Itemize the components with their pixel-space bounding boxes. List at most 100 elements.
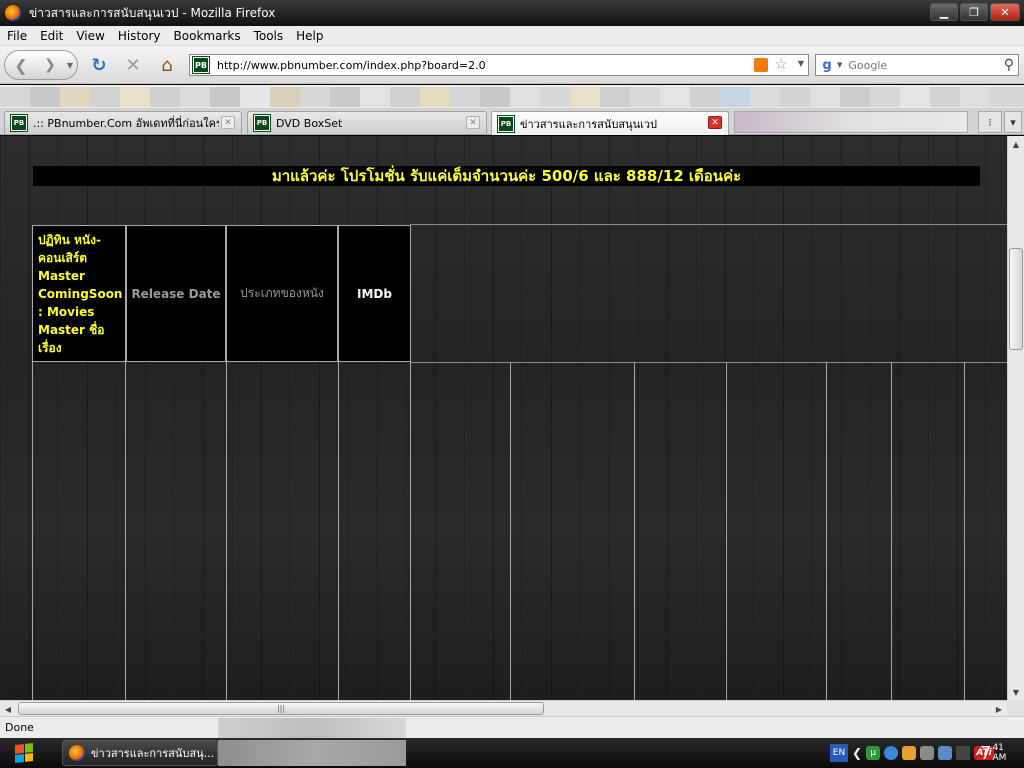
bookmark-item[interactable] xyxy=(270,87,300,107)
reload-button[interactable]: ↻ xyxy=(88,54,110,76)
engine-dropdown-icon[interactable]: ▼ xyxy=(837,61,842,69)
bookmark-item[interactable] xyxy=(870,87,900,107)
utorrent-icon[interactable]: µ xyxy=(866,746,881,760)
menu-edit[interactable]: Edit xyxy=(40,29,63,43)
bookmark-item[interactable] xyxy=(60,87,90,107)
url-dropdown-icon[interactable]: ▼ xyxy=(798,59,804,68)
status-text: Done xyxy=(5,721,34,734)
close-window-button[interactable]: ✕ xyxy=(990,3,1020,21)
bookmark-item[interactable] xyxy=(780,87,810,107)
tab-dropdown-button[interactable]: ▾ xyxy=(1004,111,1022,133)
horizontal-scroll-thumb[interactable]: ||| xyxy=(18,702,544,715)
vertical-scroll-thumb[interactable] xyxy=(1009,248,1023,350)
scroll-left-icon[interactable]: ◀ xyxy=(0,701,16,717)
start-button[interactable] xyxy=(4,740,44,766)
rss-feed-icon[interactable] xyxy=(754,58,768,72)
bookmark-item[interactable] xyxy=(330,87,360,107)
bookmark-item[interactable] xyxy=(930,87,960,107)
menu-bookmarks[interactable]: Bookmarks xyxy=(174,29,241,43)
bookmark-item[interactable] xyxy=(300,87,330,107)
bookmark-item[interactable] xyxy=(0,87,30,107)
history-dropdown-button[interactable]: ▼ xyxy=(63,51,77,79)
bookmark-item[interactable] xyxy=(660,87,690,107)
bookmark-item[interactable] xyxy=(810,87,840,107)
maximize-button[interactable]: ❐ xyxy=(960,3,988,21)
bookmark-item[interactable] xyxy=(690,87,720,107)
bookmarks-toolbar xyxy=(0,85,1024,109)
table-column-divider xyxy=(125,362,126,700)
bookmark-item[interactable] xyxy=(120,87,150,107)
home-button[interactable]: ⌂ xyxy=(156,54,178,76)
scroll-up-icon[interactable]: ▲ xyxy=(1008,136,1024,152)
forward-button[interactable]: ❯ xyxy=(39,51,61,79)
network-globe-icon[interactable] xyxy=(884,746,899,760)
bookmark-item[interactable] xyxy=(720,87,750,107)
bookmark-item[interactable] xyxy=(420,87,450,107)
bookmark-item[interactable] xyxy=(900,87,930,107)
menu-file[interactable]: File xyxy=(7,29,27,43)
taskbar-firefox-window[interactable]: ข่าวสารและการสนับสนุ... xyxy=(62,740,218,766)
tab-pbnumber-home[interactable]: PB .:: PBnumber.Com อัพเดทที่นี่ก่อนใคร … xyxy=(4,111,242,134)
stop-button[interactable]: ✕ xyxy=(122,54,144,76)
tab-close-icon[interactable]: ✕ xyxy=(221,116,235,129)
bookmark-item[interactable] xyxy=(30,87,60,107)
bookmark-item[interactable] xyxy=(570,87,600,107)
bookmark-item[interactable] xyxy=(990,87,1024,107)
tab-blurred[interactable] xyxy=(734,111,968,133)
volume-icon[interactable] xyxy=(956,746,971,760)
forward-arrow-icon: ❯ xyxy=(44,57,56,73)
tab-close-icon[interactable]: ✕ xyxy=(708,116,722,129)
bookmark-item[interactable] xyxy=(180,87,210,107)
table-column-divider xyxy=(964,362,965,700)
tab-close-icon[interactable]: ✕ xyxy=(466,116,480,129)
messenger-icon[interactable] xyxy=(902,746,917,760)
system-clock[interactable]: 7 41 AM xyxy=(980,740,1020,766)
table-column-divider xyxy=(32,362,33,700)
bookmark-item[interactable] xyxy=(960,87,990,107)
status-bar: Done xyxy=(0,716,1024,738)
tab-news-support[interactable]: PB ข่าวสารและการสนับสนุนเวป ✕ xyxy=(491,111,729,135)
bookmark-item[interactable] xyxy=(390,87,420,107)
network-icon[interactable] xyxy=(920,746,935,760)
scroll-right-icon[interactable]: ▶ xyxy=(991,701,1007,717)
safely-remove-icon[interactable] xyxy=(938,746,953,760)
search-input[interactable] xyxy=(848,58,999,72)
vertical-scrollbar[interactable]: ▲ ▼ xyxy=(1007,136,1024,700)
menu-history[interactable]: History xyxy=(118,29,161,43)
bookmark-item[interactable] xyxy=(240,87,270,107)
grip-icon: ||| xyxy=(276,704,286,713)
tab-list-icon: ⁝ xyxy=(988,115,992,129)
menu-tools[interactable]: Tools xyxy=(254,29,284,43)
tab-list-button[interactable]: ⁝ xyxy=(978,111,1002,133)
bookmark-item[interactable] xyxy=(210,87,240,107)
bookmark-item[interactable] xyxy=(510,87,540,107)
url-text[interactable]: http://www.pbnumber.com/index.php?board=… xyxy=(217,59,486,72)
bookmark-item[interactable] xyxy=(90,87,120,107)
back-button[interactable]: ❮ xyxy=(5,51,37,79)
menu-view[interactable]: View xyxy=(76,29,104,43)
taskbar-blurred-area xyxy=(218,740,406,766)
bookmark-item[interactable] xyxy=(480,87,510,107)
tray-expand-icon[interactable]: ❮ xyxy=(852,746,862,760)
tab-dvd-boxset[interactable]: PB DVD BoxSet ✕ xyxy=(247,111,487,134)
bookmark-item[interactable] xyxy=(750,87,780,107)
horizontal-scrollbar[interactable]: ◀ ||| ▶ xyxy=(0,700,1007,716)
google-engine-icon[interactable]: g xyxy=(819,57,835,73)
bookmark-item[interactable] xyxy=(600,87,630,107)
magnifier-search-icon[interactable]: ⚲ xyxy=(1004,57,1014,73)
bookmark-item[interactable] xyxy=(360,87,390,107)
minimize-button[interactable]: ▁ xyxy=(930,3,958,21)
reload-icon: ↻ xyxy=(91,54,107,76)
address-bar[interactable]: PB http://www.pbnumber.com/index.php?boa… xyxy=(189,54,809,76)
bookmark-item[interactable] xyxy=(150,87,180,107)
menu-help[interactable]: Help xyxy=(296,29,323,43)
bookmark-item[interactable] xyxy=(840,87,870,107)
window-titlebar[interactable]: ข่าวสารและการสนับสนุนเวป - Mozilla Firef… xyxy=(0,0,1024,26)
bookmark-item[interactable] xyxy=(540,87,570,107)
status-blurred-area xyxy=(218,718,406,738)
scroll-down-icon[interactable]: ▼ xyxy=(1008,684,1024,700)
bookmark-item[interactable] xyxy=(630,87,660,107)
bookmark-item[interactable] xyxy=(450,87,480,107)
language-indicator[interactable]: EN xyxy=(830,744,848,762)
bookmark-star-icon[interactable]: ☆ xyxy=(775,55,788,73)
